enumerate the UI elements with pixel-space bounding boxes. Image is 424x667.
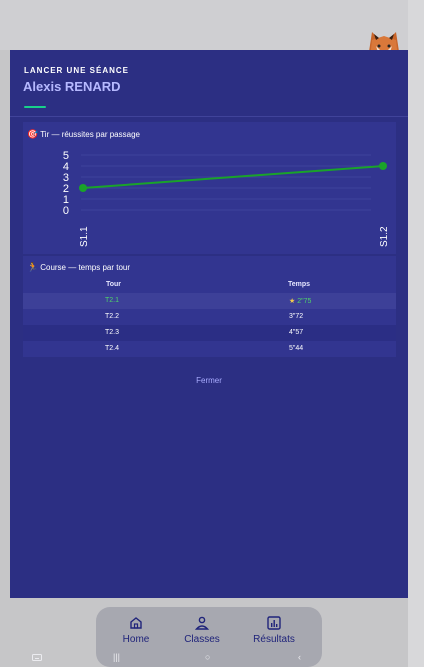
lap-cell: T2.1 [105, 297, 120, 304]
table-row: T2.1 ★ 2"75 [23, 293, 396, 309]
runner-icon: 🏃 [27, 262, 39, 272]
y-tick-label: 4 [63, 161, 69, 173]
running-table-card: 🏃 Course — temps par tour Tour Temps T2.1… [23, 256, 396, 357]
bar-chart-icon [267, 616, 281, 630]
time-value: 2"75 [297, 298, 312, 305]
table-row: T2.3 4"57 [23, 325, 396, 341]
lap-cell: T2.2 [105, 313, 120, 320]
header-divider [10, 116, 408, 117]
running-section-title: 🏃 Course — temps par tour [27, 262, 130, 273]
table-row: T2.2 3"72 [23, 309, 396, 325]
table-row: T2.4 5"44 [23, 341, 396, 357]
back-button[interactable]: ‹ [298, 652, 301, 662]
best-star-icon: ★ [289, 298, 296, 305]
running-title-text: Course — temps par tour [40, 263, 131, 272]
modal-kicker: LANCER UNE SÉANCE [24, 66, 130, 75]
lap-cell: T2.3 [105, 329, 120, 336]
time-cell: 5"44 [289, 345, 304, 352]
nav-results[interactable]: Résultats [244, 615, 304, 645]
shooting-line-chart: 012345 S1.1 S1.2 [63, 150, 390, 247]
close-button[interactable]: Fermer [10, 376, 408, 385]
time-cell: 3"72 [289, 313, 304, 320]
accent-underline [24, 106, 46, 108]
nav-results-label: Résultats [253, 634, 295, 645]
app-background-edge [408, 0, 424, 667]
x-tick-label: S1.2 [379, 226, 390, 247]
home-icon [130, 617, 142, 629]
time-cell: ★ 2"75 [289, 297, 311, 305]
data-point [79, 184, 87, 192]
system-navigation-bar: ||| ○ ‹ [0, 652, 424, 667]
nav-classes[interactable]: Classes [172, 615, 232, 645]
nav-classes-label: Classes [184, 634, 220, 645]
lap-cell: T2.4 [105, 345, 120, 352]
data-point [379, 162, 387, 170]
app-background-header [0, 0, 424, 50]
session-modal: LANCER UNE SÉANCE Alexis RENARD 🎯 Tir — r… [10, 50, 408, 598]
recents-button[interactable]: ||| [113, 652, 120, 662]
keyboard-icon[interactable] [32, 654, 42, 662]
column-header-lap: Tour [106, 281, 122, 288]
y-tick-label: 3 [63, 172, 69, 184]
y-tick-label: 0 [63, 205, 69, 217]
shooting-chart-card: 🎯 Tir — réussites par passage 0 1 2 3 4 5 S1.1 S… [23, 122, 396, 254]
x-tick-label: S1.1 [79, 226, 90, 247]
nav-home[interactable]: Home [106, 615, 166, 645]
table-header: Tour Temps [23, 278, 396, 292]
column-header-time: Temps [288, 281, 311, 288]
person-icon [194, 616, 210, 630]
time-cell: 4"57 [289, 329, 304, 336]
y-tick-label: 5 [63, 150, 69, 162]
nav-home-label: Home [122, 634, 150, 645]
home-system-button[interactable]: ○ [205, 652, 210, 662]
y-tick-label: 2 [63, 183, 69, 195]
student-name: Alexis RENARD [23, 79, 121, 94]
y-tick-label: 1 [63, 194, 69, 206]
